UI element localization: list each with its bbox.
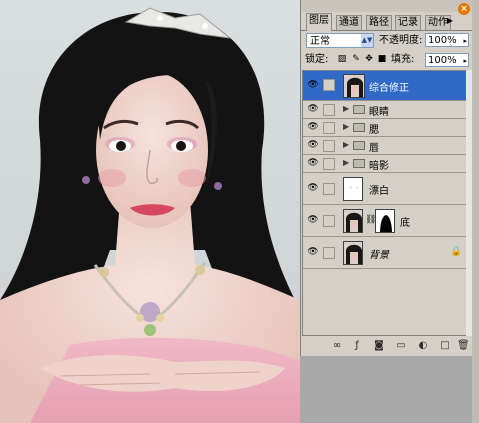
eye-icon[interactable]: 👁 xyxy=(305,158,321,168)
brush-icon xyxy=(323,79,335,91)
workspace-background xyxy=(300,356,472,423)
layer-thumbnail xyxy=(343,74,365,98)
new-group-icon[interactable]: ▭ xyxy=(395,340,407,352)
chevron-right-icon: ▸ xyxy=(463,57,467,65)
layer-name: 眼睛 xyxy=(369,107,389,118)
eye-icon[interactable]: 👁 xyxy=(305,183,321,193)
lock-position-icon[interactable]: ✥ xyxy=(364,54,374,64)
layer-row[interactable]: 👁 ⛓ 底 xyxy=(303,205,466,237)
lock-label: 锁定: xyxy=(305,54,329,65)
eye-icon[interactable]: 👁 xyxy=(305,104,321,114)
trash-icon[interactable]: 🗑 xyxy=(457,340,470,352)
blend-mode-select[interactable]: 正常 ▲▼ xyxy=(306,33,374,48)
lock-icon: 🔒 xyxy=(450,247,462,257)
link-box xyxy=(323,104,335,116)
eye-icon[interactable]: 👁 xyxy=(305,215,321,225)
blend-mode-value: 正常 xyxy=(310,36,330,47)
expand-triangle-icon[interactable]: ▶ xyxy=(343,122,349,131)
tab-layers[interactable]: 图层 xyxy=(306,13,332,31)
layer-name: 唇 xyxy=(369,143,379,154)
eye-icon[interactable]: 👁 xyxy=(305,80,321,90)
layer-name: 底 xyxy=(400,218,410,229)
folder-icon xyxy=(353,105,365,114)
link-box xyxy=(323,122,335,134)
tab-history[interactable]: 记录 xyxy=(395,15,421,30)
fill-field[interactable]: 100% ▸ xyxy=(425,53,469,67)
layer-name: 背景 xyxy=(369,250,389,261)
layer-thumbnail xyxy=(343,177,363,201)
lock-transparency-icon[interactable]: ▨ xyxy=(337,54,347,64)
layer-row[interactable]: 👁 背景 🔒 xyxy=(303,237,466,269)
layers-list: 👁 综合修正 👁 ▶ 眼睛 👁 ▶ 腮 👁 ▶ 唇 👁 ▶ 暗影 👁 漂白 👁 … xyxy=(302,70,467,336)
layer-thumbnail xyxy=(343,209,363,233)
folder-icon xyxy=(353,159,365,168)
palette-menu-icon[interactable]: ▶ xyxy=(445,16,455,26)
layer-row[interactable]: 👁 漂白 xyxy=(303,173,466,205)
layer-group-row[interactable]: 👁 ▶ 眼睛 xyxy=(303,101,466,119)
layer-style-icon[interactable]: ƒ xyxy=(351,340,363,352)
photo-canvas[interactable] xyxy=(0,0,300,423)
link-box xyxy=(323,215,335,227)
tab-channels[interactable]: 通道 xyxy=(336,15,362,30)
link-box xyxy=(323,158,335,170)
palette-edge xyxy=(472,0,479,423)
layer-name: 暗影 xyxy=(369,161,389,172)
layer-name: 腮 xyxy=(369,125,379,136)
lock-all-icon[interactable]: ■ xyxy=(377,54,387,64)
mask-icon[interactable]: ◙ xyxy=(373,340,385,352)
fill-label: 填充: xyxy=(391,54,415,65)
chevron-right-icon: ▸ xyxy=(463,37,467,45)
fill-value: 100% xyxy=(428,55,457,66)
adjustment-layer-icon[interactable]: ◐ xyxy=(417,340,429,352)
opacity-label: 不透明度: xyxy=(379,35,423,46)
opacity-value: 100% xyxy=(428,35,457,46)
lock-fill-row: 锁定: ▨ ✎ ✥ ■ 填充: 100% ▸ xyxy=(301,52,473,68)
palette-titlebar[interactable] xyxy=(301,0,473,12)
portrait-image xyxy=(0,7,300,423)
link-icon[interactable]: ∞ xyxy=(331,340,343,352)
blend-opacity-row: 正常 ▲▼ 不透明度: 100% ▸ xyxy=(301,32,473,50)
folder-icon xyxy=(353,141,365,150)
link-box xyxy=(323,247,335,259)
link-box xyxy=(323,183,335,195)
folder-icon xyxy=(353,123,365,132)
expand-triangle-icon[interactable]: ▶ xyxy=(343,104,349,113)
layer-row[interactable]: 👁 综合修正 xyxy=(303,71,466,101)
opacity-field[interactable]: 100% ▸ xyxy=(425,33,469,47)
layer-name: 漂白 xyxy=(369,186,389,197)
layers-empty-area xyxy=(303,269,466,335)
expand-triangle-icon[interactable]: ▶ xyxy=(343,158,349,167)
tab-paths[interactable]: 路径 xyxy=(366,15,392,30)
layer-thumbnail xyxy=(343,241,363,265)
layers-palette: × 图层 通道 路径 记录 动作 ▶ 正常 ▲▼ 不透明度: 100% ▸ 锁定… xyxy=(300,0,474,356)
eye-icon[interactable]: 👁 xyxy=(305,247,321,257)
chevron-down-icon: ▲▼ xyxy=(361,34,373,47)
expand-triangle-icon[interactable]: ▶ xyxy=(343,140,349,149)
eye-icon[interactable]: 👁 xyxy=(305,122,321,132)
eye-icon[interactable]: 👁 xyxy=(305,140,321,150)
palette-bottom-toolbar: ∞ ƒ ◙ ▭ ◐ □ 🗑 xyxy=(301,336,473,356)
layer-mask-thumbnail[interactable] xyxy=(375,209,395,233)
layer-name: 综合修正 xyxy=(369,83,409,94)
layer-group-row[interactable]: 👁 ▶ 唇 xyxy=(303,137,466,155)
layer-group-row[interactable]: 👁 ▶ 暗影 xyxy=(303,155,466,173)
link-box xyxy=(323,140,335,152)
lock-image-icon[interactable]: ✎ xyxy=(351,54,361,64)
layer-group-row[interactable]: 👁 ▶ 腮 xyxy=(303,119,466,137)
new-layer-icon[interactable]: □ xyxy=(439,340,451,352)
